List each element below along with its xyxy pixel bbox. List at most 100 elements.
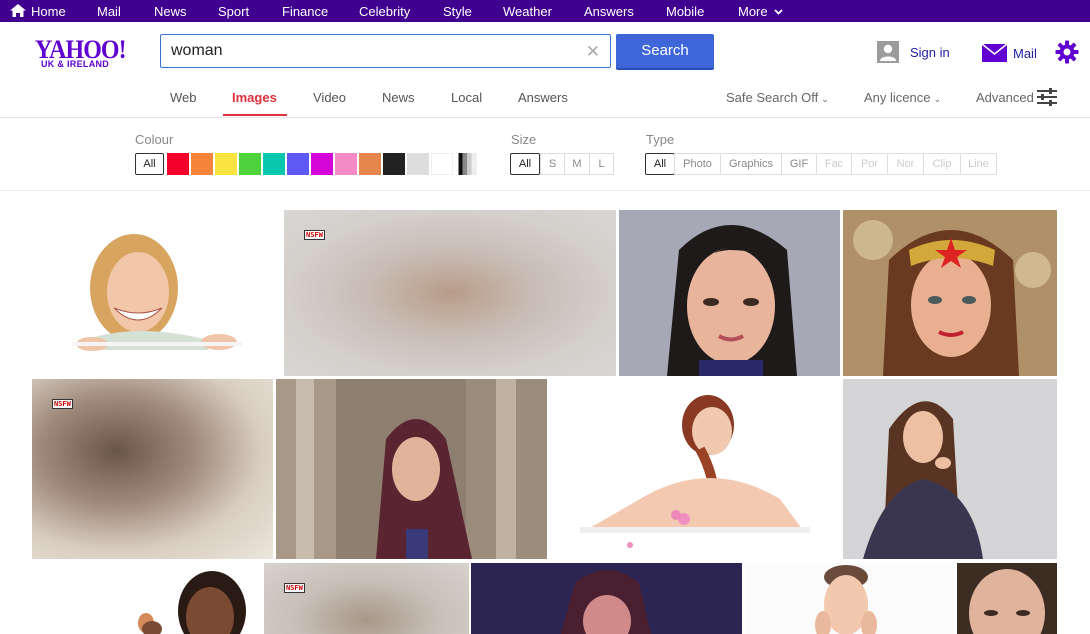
photo-smiling-woman xyxy=(32,210,280,376)
colour-swatch[interactable] xyxy=(311,153,333,175)
image-result[interactable] xyxy=(276,379,547,559)
safe-search-label: Safe Search Off xyxy=(726,90,819,105)
photo-woman-headscarf xyxy=(276,379,547,559)
colour-swatch[interactable] xyxy=(263,153,285,175)
type-chip-clipart[interactable]: Clip xyxy=(923,153,961,175)
photo-woman-dark-bg xyxy=(471,563,742,634)
gear-icon[interactable] xyxy=(1055,40,1079,64)
type-chip-graphics[interactable]: Graphics xyxy=(720,153,782,175)
colour-swatch[interactable] xyxy=(215,153,237,175)
photo-short-hair-woman xyxy=(619,210,840,376)
size-chip-large[interactable]: L xyxy=(589,153,614,175)
clear-icon[interactable]: ✕ xyxy=(586,42,600,62)
type-chip-nonportrait[interactable]: Nor xyxy=(887,153,924,175)
tab-news[interactable]: News xyxy=(382,90,415,110)
image-result[interactable] xyxy=(843,210,1057,376)
colour-swatch[interactable] xyxy=(407,153,429,175)
search-input[interactable] xyxy=(171,36,571,66)
colour-all-chip[interactable]: All xyxy=(135,153,164,175)
advanced-toggle[interactable]: Advanced xyxy=(976,90,1034,105)
tab-web[interactable]: Web xyxy=(170,90,197,110)
topnav-answers[interactable]: Answers xyxy=(584,0,634,22)
image-result[interactable] xyxy=(32,210,280,376)
type-chip-photo[interactable]: Photo xyxy=(674,153,721,175)
mail-icon xyxy=(982,44,1007,62)
colour-swatch[interactable] xyxy=(167,153,189,175)
colour-filter-label: Colour xyxy=(135,132,174,147)
topnav-finance[interactable]: Finance xyxy=(282,0,328,22)
yahoo-logo[interactable]: YAHOO! UK & IRELAND xyxy=(35,35,127,71)
photo-woman-closeup xyxy=(957,563,1057,634)
type-chip-lineart[interactable]: Line xyxy=(960,153,997,175)
search-button[interactable]: Search xyxy=(616,34,714,68)
licence-dropdown[interactable]: Any licence ⌄ xyxy=(864,90,941,105)
advanced-label: Advanced xyxy=(976,90,1034,105)
tab-images[interactable]: Images xyxy=(232,90,277,110)
type-filter-label: Type xyxy=(646,132,675,147)
mail-link[interactable]: Mail xyxy=(982,43,1037,63)
image-result-nsfw[interactable]: NSFW xyxy=(264,563,469,634)
topnav-mobile[interactable]: Mobile xyxy=(666,0,704,22)
colour-swatch[interactable] xyxy=(287,153,309,175)
topnav-more[interactable]: More xyxy=(738,0,783,22)
safe-search-dropdown[interactable]: Safe Search Off ⌄ xyxy=(726,90,829,105)
mail-label: Mail xyxy=(1013,45,1037,61)
type-chip-faces[interactable]: Fac xyxy=(816,153,852,175)
size-chip-medium[interactable]: M xyxy=(564,153,590,175)
photo-woman-braid xyxy=(550,379,840,559)
type-chip-portrait[interactable]: Por xyxy=(851,153,888,175)
chevron-down-icon xyxy=(774,9,783,15)
colour-swatch[interactable] xyxy=(383,153,405,175)
topnav-celebrity[interactable]: Celebrity xyxy=(359,0,410,22)
chevron-down-icon: ⌄ xyxy=(933,94,942,104)
image-result-nsfw[interactable]: NSFW xyxy=(32,379,273,559)
colour-swatch-bw[interactable] xyxy=(455,153,477,175)
topnav-style[interactable]: Style xyxy=(443,0,472,22)
nsfw-badge: NSFW xyxy=(52,399,73,409)
image-result[interactable] xyxy=(550,379,840,559)
chevron-down-icon: ⌄ xyxy=(821,94,829,104)
home-icon[interactable] xyxy=(10,4,26,17)
nsfw-badge: NSFW xyxy=(304,230,325,240)
size-filter-label: Size xyxy=(511,132,537,147)
image-result-nsfw[interactable]: NSFW xyxy=(284,210,616,376)
sign-in-link[interactable]: Sign in xyxy=(877,41,950,63)
photo-woman-egg xyxy=(32,563,261,634)
colour-swatch[interactable] xyxy=(431,153,453,175)
tab-video[interactable]: Video xyxy=(313,90,346,110)
image-result[interactable] xyxy=(957,563,1057,634)
active-tab-indicator xyxy=(223,114,287,116)
image-result[interactable] xyxy=(619,210,840,376)
photo-woman-hands-face xyxy=(745,563,954,634)
image-result[interactable] xyxy=(471,563,742,634)
colour-swatch[interactable] xyxy=(335,153,357,175)
size-chip-all[interactable]: All xyxy=(510,153,540,175)
colour-swatch[interactable] xyxy=(239,153,261,175)
topnav-weather[interactable]: Weather xyxy=(503,0,552,22)
user-icon xyxy=(877,41,899,63)
image-result[interactable] xyxy=(843,379,1057,559)
topnav-news[interactable]: News xyxy=(154,0,187,22)
tab-local[interactable]: Local xyxy=(451,90,482,110)
photo-wonder-woman xyxy=(843,210,1057,376)
image-result[interactable] xyxy=(745,563,954,634)
sliders-icon[interactable] xyxy=(1037,88,1057,106)
topnav-mail[interactable]: Mail xyxy=(97,0,121,22)
topnav-more-label: More xyxy=(738,4,768,19)
sign-in-label: Sign in xyxy=(910,44,950,60)
colour-swatch[interactable] xyxy=(191,153,213,175)
topnav-sport[interactable]: Sport xyxy=(218,0,249,22)
search-box: ✕ xyxy=(160,34,611,68)
colour-swatch[interactable] xyxy=(359,153,381,175)
image-result[interactable] xyxy=(32,563,261,634)
type-chip-all[interactable]: All xyxy=(645,153,675,175)
top-nav-bar: Home Mail News Sport Finance Celebrity S… xyxy=(0,0,1090,22)
type-chip-gif[interactable]: GIF xyxy=(781,153,817,175)
size-chip-small[interactable]: S xyxy=(540,153,565,175)
filters-divider xyxy=(0,190,1090,191)
logo-region: UK & IRELAND xyxy=(41,59,110,69)
nsfw-badge: NSFW xyxy=(284,583,305,593)
header-divider xyxy=(0,117,1090,118)
topnav-home[interactable]: Home xyxy=(31,0,66,22)
tab-answers[interactable]: Answers xyxy=(518,90,568,110)
